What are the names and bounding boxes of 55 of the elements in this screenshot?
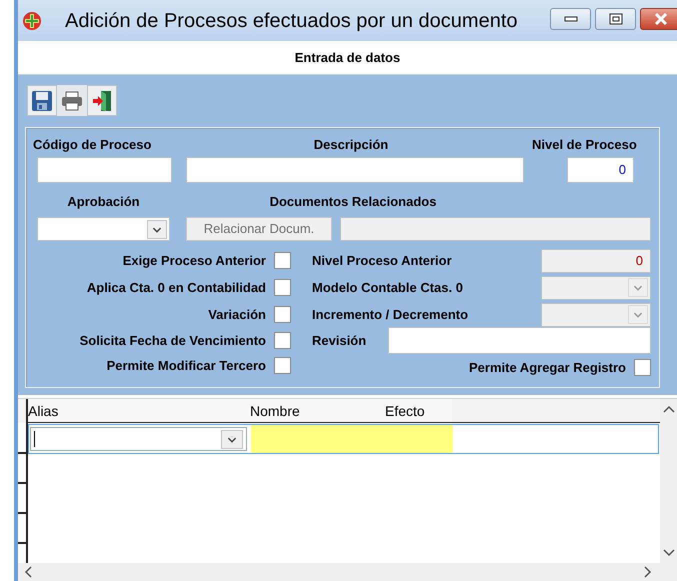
scroll-right-icon[interactable]	[644, 566, 652, 578]
app-icon	[22, 10, 42, 30]
caret-icon	[221, 430, 243, 448]
field-label: Nivel de Proceso	[532, 137, 637, 152]
field-label: Nivel Proceso Anterior	[312, 253, 452, 268]
caret-icon	[628, 305, 648, 324]
checkbox-label: Exige Proceso Anterior	[122, 253, 266, 268]
column-header[interactable]: Efecto	[385, 399, 452, 423]
checkbox[interactable]	[634, 358, 651, 376]
close-button[interactable]	[640, 8, 677, 30]
field-label: Modelo Contable Ctas. 0	[312, 280, 463, 295]
maximize-icon	[608, 12, 622, 24]
field-label: Incremento / Decremento	[312, 307, 468, 322]
field-label: Código de Proceso	[33, 137, 152, 152]
checkbox-label: Solicita Fecha de Vencimiento	[80, 333, 266, 348]
input-field[interactable]	[388, 327, 651, 354]
minimize-button[interactable]	[550, 8, 591, 30]
input-field[interactable]: 0	[567, 157, 634, 183]
exit-button[interactable]	[87, 85, 117, 116]
input-field[interactable]	[186, 157, 524, 183]
printer-icon	[61, 90, 83, 110]
grid-row[interactable]	[28, 424, 659, 454]
scroll-up-icon[interactable]	[662, 405, 674, 413]
checkbox-label: Variación	[208, 307, 266, 322]
field-label: Documentos Relacionados	[270, 194, 436, 209]
dropdown[interactable]	[37, 217, 170, 241]
column-header[interactable]: Nombre	[250, 399, 385, 423]
checkbox[interactable]	[274, 306, 291, 323]
maximize-button[interactable]	[595, 8, 636, 30]
field-label: Descripción	[314, 137, 388, 152]
checkbox-label: Aplica Cta. 0 en Contabilidad	[86, 280, 266, 295]
section-title: Entrada de datos	[294, 48, 400, 67]
scroll-left-icon[interactable]	[24, 566, 32, 578]
checkbox[interactable]	[274, 279, 291, 296]
scroll-down-icon[interactable]	[662, 549, 674, 557]
checkbox[interactable]	[274, 252, 291, 269]
field-label: Revisión	[312, 333, 366, 348]
caret-icon	[628, 278, 648, 297]
window-title: Adición de Procesos efectuados por un documento	[65, 8, 518, 34]
checkbox[interactable]	[274, 332, 291, 349]
caret-icon	[147, 220, 167, 238]
print-button[interactable]	[57, 85, 87, 116]
field-label: Aprobación	[67, 194, 140, 209]
checkbox-label: Permite Modificar Tercero	[106, 358, 266, 372]
minimize-icon	[564, 16, 578, 22]
checkbox-label: Permite Agregar Registro	[468, 360, 626, 374]
exit-door-icon	[92, 90, 112, 112]
column-header[interactable]: Alias	[28, 399, 250, 423]
input-field: 0	[541, 248, 651, 272]
checkbox[interactable]	[274, 356, 291, 374]
close-icon	[654, 12, 668, 24]
save-button[interactable]	[27, 85, 57, 116]
grid-cell[interactable]	[251, 425, 453, 453]
input-field[interactable]	[37, 157, 172, 183]
dropdown[interactable]	[30, 427, 247, 451]
